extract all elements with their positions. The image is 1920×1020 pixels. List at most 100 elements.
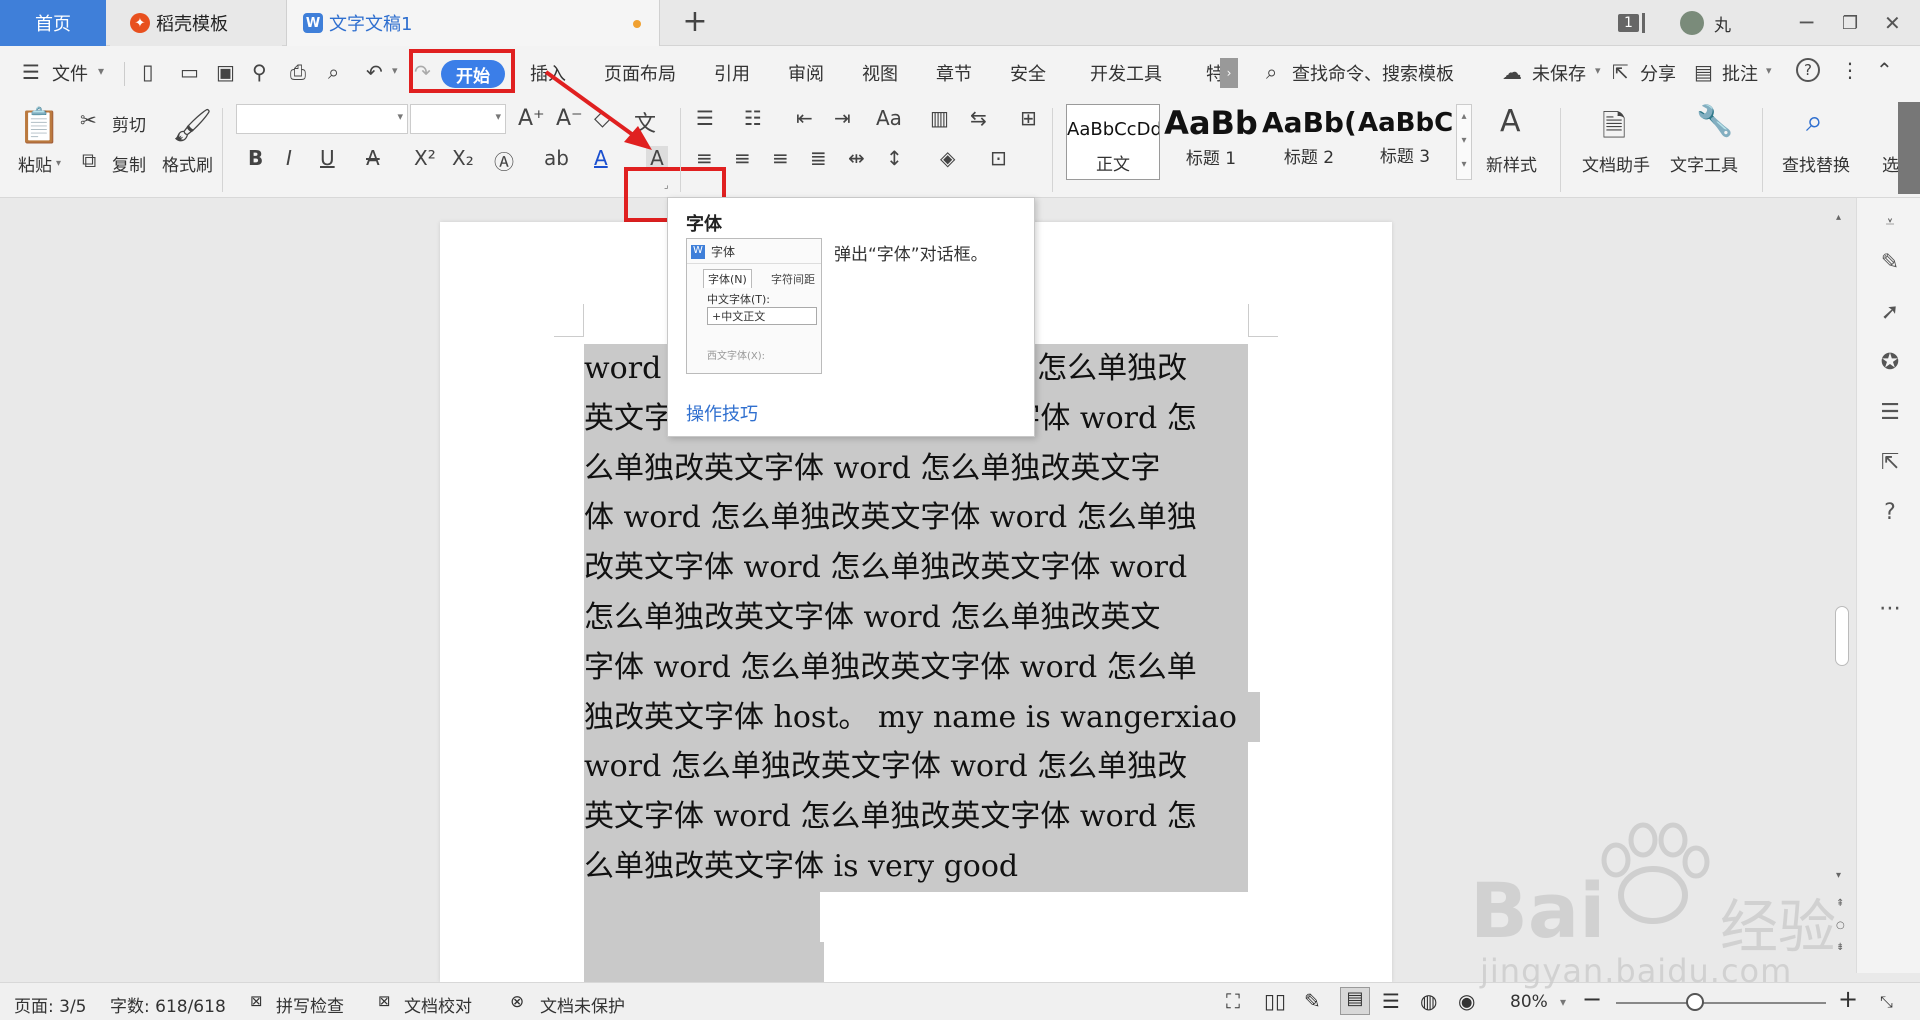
tab-daoke-templates[interactable]: ✦ 稻壳模板 <box>110 0 282 46</box>
search-commands-input[interactable]: 查找命令、搜索模板 <box>1292 60 1454 86</box>
help-circle-icon[interactable]: ? <box>1877 500 1903 526</box>
more-icon[interactable]: ⋯ <box>1877 596 1903 622</box>
menu-scroll-right-icon[interactable]: › <box>1220 58 1238 88</box>
copy-icon[interactable]: ⧉ <box>82 148 96 172</box>
style-heading-1[interactable]: AaBb 标题 1 <box>1164 104 1258 180</box>
cut-icon[interactable]: ✂ <box>80 108 97 132</box>
style-heading-2[interactable]: AaBb( 标题 2 <box>1262 104 1356 180</box>
format-painter-small-icon[interactable]: ⚲ <box>252 60 267 84</box>
comment-button[interactable]: 批注 <box>1722 60 1758 86</box>
fullscreen-icon[interactable]: ⛶ <box>1226 989 1240 1013</box>
align-right-icon[interactable]: ≡ <box>772 146 789 170</box>
format-painter-icon[interactable]: 🖌 <box>172 106 213 144</box>
web-view-icon[interactable]: ◍ <box>1420 989 1437 1013</box>
spellcheck-button[interactable]: 拼写检查 <box>276 992 344 1017</box>
decrease-indent-icon[interactable]: ⇤ <box>796 106 813 130</box>
align-left-icon[interactable]: ≡ <box>696 146 713 170</box>
write-mode-icon[interactable]: ✎ <box>1304 989 1321 1013</box>
justify-icon[interactable]: ≣ <box>810 146 827 170</box>
print-preview-icon[interactable]: ⌕ <box>328 60 339 84</box>
style-icon[interactable]: ✪ <box>1877 350 1903 376</box>
menu-file[interactable]: 文件 <box>52 60 88 86</box>
new-style-button[interactable]: 新样式 <box>1486 151 1537 176</box>
new-style-icon[interactable]: A <box>1500 104 1521 139</box>
strikethrough-icon[interactable]: A <box>366 146 380 170</box>
tab-document[interactable]: W 文字文稿1 <box>286 0 660 46</box>
underline-icon[interactable]: U <box>320 146 335 170</box>
style-normal[interactable]: AaBbCcDd 正文 <box>1066 104 1160 180</box>
read-mode-icon[interactable]: ▯▯ <box>1264 989 1286 1013</box>
style-heading-3[interactable]: AaBbC 标题 3 <box>1358 104 1452 180</box>
help-icon[interactable]: ? <box>1796 58 1820 82</box>
superscript-icon[interactable]: X² <box>414 146 436 170</box>
eye-protection-icon[interactable]: ◉ <box>1458 989 1475 1013</box>
menu-view[interactable]: 视图 <box>862 60 898 86</box>
zoom-slider-thumb[interactable] <box>1686 993 1704 1011</box>
proofread-button[interactable]: 文档校对 <box>404 992 472 1017</box>
add-tab-button[interactable]: + <box>680 7 710 38</box>
doc-assistant-button[interactable]: 文档助手 <box>1582 151 1650 176</box>
paste-button[interactable]: 粘贴 <box>18 151 52 176</box>
panel-collapse-icon[interactable]: ⩡ <box>1877 212 1903 238</box>
select-cursor-icon[interactable]: ➚ <box>1877 300 1903 326</box>
share-export-icon[interactable]: ⇱ <box>1877 450 1903 476</box>
text-tools-button[interactable]: 文字工具 <box>1670 151 1738 176</box>
bullet-list-icon[interactable]: ☰ <box>696 106 714 130</box>
numbered-list-icon[interactable]: ☷ <box>744 106 762 130</box>
subscript-icon[interactable]: X₂ <box>452 146 474 170</box>
menu-developer-tools[interactable]: 开发工具 <box>1090 60 1162 86</box>
chinese-layout-icon[interactable]: ▥ <box>930 106 949 130</box>
paste-dropdown-icon[interactable]: ▾ <box>56 158 61 169</box>
hamburger-icon[interactable]: ☰ <box>22 60 40 84</box>
format-painter-button[interactable]: 格式刷 <box>162 151 213 176</box>
statusbar-expand-icon[interactable]: ⤡ <box>1880 992 1893 1012</box>
print-icon[interactable]: ⎙ <box>290 60 306 84</box>
unsaved-status-button[interactable]: 未保存 <box>1532 60 1586 86</box>
italic-icon[interactable]: I <box>286 146 292 170</box>
zoom-slider-track[interactable] <box>1616 1002 1826 1004</box>
paste-icon[interactable]: 📋 <box>18 106 60 146</box>
comment-dropdown-icon[interactable]: ▾ <box>1766 64 1772 77</box>
font-family-select[interactable] <box>236 104 408 134</box>
settings-sliders-icon[interactable]: ☰ <box>1877 400 1903 426</box>
ribbon-scroll-bar[interactable] <box>1898 102 1920 194</box>
menu-reference[interactable]: 引用 <box>714 60 750 86</box>
zoom-level[interactable]: 80% <box>1510 992 1548 1012</box>
menu-chapter[interactable]: 章节 <box>936 60 972 86</box>
undo-dropdown-icon[interactable]: ▾ <box>392 64 398 77</box>
change-case-icon[interactable]: Aa <box>876 106 902 130</box>
phonetic-guide-icon[interactable]: 文 <box>634 106 656 138</box>
unsaved-dropdown-icon[interactable]: ▾ <box>1595 64 1601 77</box>
menu-page-layout[interactable]: 页面布局 <box>604 60 676 86</box>
cut-button[interactable]: 剪切 <box>112 111 146 136</box>
page-view-icon[interactable]: ▤ <box>1340 987 1370 1015</box>
menu-review[interactable]: 审阅 <box>788 60 824 86</box>
word-count[interactable]: 字数: 618/618 <box>110 992 226 1017</box>
copy-button[interactable]: 复制 <box>112 151 146 176</box>
increase-indent-icon[interactable]: ⇥ <box>834 106 851 130</box>
protection-status[interactable]: 文档未保护 <box>540 992 625 1017</box>
text-effect-icon[interactable]: Ⓐ <box>494 146 514 175</box>
style-gallery-scroll[interactable]: ▴ ▾ ▾ <box>1456 104 1472 180</box>
page-indicator[interactable]: 页面: 3/5 <box>14 992 87 1017</box>
line-spacing-icon[interactable]: ↕ <box>886 146 903 170</box>
menu-security[interactable]: 安全 <box>1010 60 1046 86</box>
select-button[interactable]: 选 <box>1882 151 1899 176</box>
user-area[interactable]: 丸 <box>1680 0 1731 46</box>
avatar[interactable] <box>1680 11 1704 35</box>
grow-font-icon[interactable]: A⁺ <box>518 106 545 131</box>
table-grid-icon[interactable]: ⊞ <box>1020 106 1037 130</box>
close-button[interactable]: ✕ <box>1884 0 1901 46</box>
minimize-button[interactable]: ─ <box>1800 0 1813 46</box>
zoom-dropdown-icon[interactable]: ▾ <box>1560 995 1566 1009</box>
doc-assistant-icon[interactable]: 🗎 <box>1602 104 1626 155</box>
restore-button[interactable]: ❐ <box>1842 0 1858 46</box>
shrink-font-icon[interactable]: A⁻ <box>556 106 583 131</box>
edit-pen-icon[interactable]: ✎ <box>1877 250 1903 276</box>
scroll-thumb[interactable] <box>1835 606 1849 666</box>
shading-icon[interactable]: ◈ <box>940 146 955 170</box>
distribute-icon[interactable]: ⇹ <box>848 146 865 170</box>
scroll-up-icon[interactable]: ▴ <box>1836 212 1841 223</box>
text-tools-icon[interactable]: 🔧 <box>1696 104 1733 139</box>
font-size-select[interactable] <box>410 104 506 134</box>
